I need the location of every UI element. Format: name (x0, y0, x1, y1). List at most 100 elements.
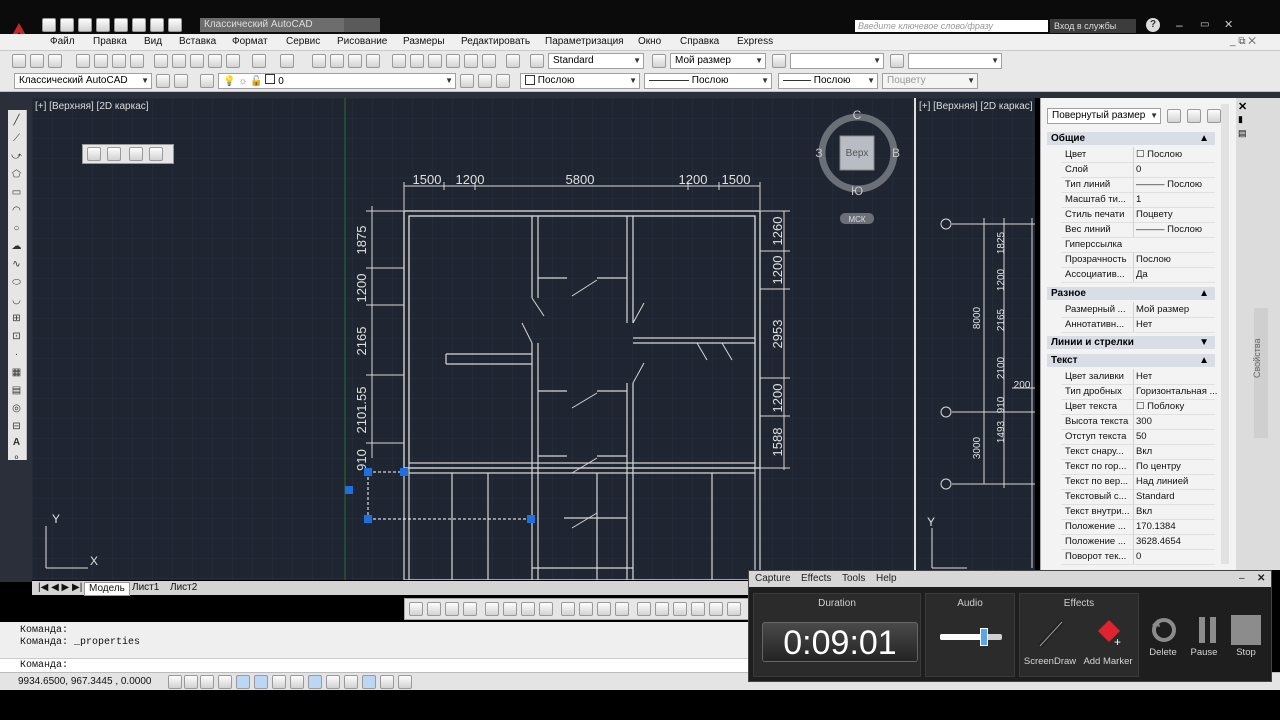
arc-tool-icon[interactable]: ◠ (10, 204, 23, 217)
save-file-icon[interactable] (48, 54, 62, 68)
property-row[interactable]: Тип линий ——— Послою (1061, 177, 1215, 193)
help-icon[interactable]: ? (1146, 18, 1160, 32)
design-center-icon[interactable] (410, 54, 424, 68)
polygon-tool-icon[interactable]: ⬠ (10, 168, 23, 181)
recorder-close-icon[interactable]: ✕ (1257, 573, 1265, 584)
mtext-tool-icon[interactable]: A (10, 436, 23, 449)
spline-tool-icon[interactable]: ∿ (10, 258, 23, 271)
menu-help[interactable]: Справка (680, 36, 719, 47)
pause-icon[interactable] (1195, 615, 1221, 645)
property-row[interactable]: Аннотативн... Нет (1061, 317, 1215, 333)
table-tool-icon[interactable]: ⊟ (10, 420, 23, 433)
ordinate-dim-icon[interactable] (463, 602, 477, 616)
grip-handle[interactable] (364, 468, 372, 476)
circle-tool-icon[interactable]: ○ (10, 222, 23, 235)
palette-menu-icon[interactable]: ▤ (1238, 128, 1250, 140)
ellipse-arc-tool-icon[interactable]: ◡ (10, 294, 23, 307)
zoom-realtime-icon[interactable] (330, 54, 344, 68)
diameter-dim-icon[interactable] (521, 602, 535, 616)
workspace-select[interactable]: Классический AutoCAD ▼ (14, 73, 152, 89)
aligned-dim-icon[interactable] (427, 602, 441, 616)
jogged-linear-icon[interactable] (709, 602, 723, 616)
screendraw-label[interactable]: ScreenDraw (1022, 656, 1078, 667)
properties-side-tab[interactable]: Свойства (1252, 308, 1268, 438)
drawing-svg[interactable]: 1500 1200 5800 1200 1500 1875 1200 2165 … (32, 98, 1035, 580)
recorder-menu-effects[interactable]: Effects (801, 573, 831, 584)
angular-dim-icon[interactable] (539, 602, 553, 616)
object-type-select[interactable]: Повернутый размер ▼ (1047, 108, 1161, 124)
workspace-settings-icon[interactable] (156, 74, 170, 88)
category-text[interactable]: Текст ▲ (1047, 354, 1215, 367)
customize-icon[interactable] (168, 18, 182, 32)
plotstyle-select[interactable]: Поцвету ▼ (882, 73, 978, 89)
rectangle-tool-icon[interactable]: ▭ (10, 186, 23, 199)
select-objects-icon[interactable] (1187, 109, 1201, 123)
region-tool-icon[interactable]: ◎ (10, 402, 23, 415)
quick-properties-icon[interactable] (380, 675, 394, 689)
zoom-previous-icon[interactable] (366, 54, 380, 68)
layer-select[interactable]: 💡 ☼ 🔓 0 ▼ (218, 73, 456, 89)
category-misc[interactable]: Разное ▲ (1047, 287, 1215, 300)
menu-insert[interactable]: Вставка (179, 36, 216, 47)
inspection-icon[interactable] (691, 602, 705, 616)
help-tb-icon[interactable] (506, 54, 520, 68)
snap-mode-icon[interactable] (184, 675, 198, 689)
lineweight-display-icon[interactable] (344, 675, 358, 689)
layer-properties-icon[interactable] (174, 74, 188, 88)
secondary-viewport-label[interactable]: [+] [Верхняя] [2D каркас] (919, 101, 1033, 112)
center-mark-icon[interactable] (673, 602, 687, 616)
otrack-icon[interactable] (290, 675, 304, 689)
menu-parametric[interactable]: Параметризация (545, 36, 624, 47)
menu-draw[interactable]: Рисование (337, 36, 387, 47)
lineweight-select[interactable]: Послою ▼ (778, 73, 878, 89)
property-row[interactable]: Стиль печати Поцвету (1061, 207, 1215, 223)
menu-tools[interactable]: Сервис (286, 36, 320, 47)
tab-nav-arrows[interactable]: |◀ ◀ ▶ ▶| (34, 582, 86, 594)
tab-layout2[interactable]: Лист2 (166, 582, 201, 594)
xline-tool-icon[interactable]: ⟋ (10, 132, 23, 145)
markup-icon[interactable] (464, 54, 478, 68)
quick-dim-icon[interactable] (561, 602, 575, 616)
category-lines-arrows[interactable]: Линии и стрелки ▼ (1047, 336, 1215, 349)
quickcalc-icon[interactable] (482, 54, 496, 68)
text-style-icon[interactable] (530, 54, 544, 68)
add-selected-icon[interactable]: ⚬ (10, 452, 23, 465)
audio-volume-slider[interactable] (980, 628, 989, 646)
undo-icon[interactable] (132, 18, 146, 32)
property-row[interactable]: Прозрачность Послою (1061, 252, 1215, 268)
viewport-label[interactable]: [+] [Верхняя] [2D каркас] (35, 101, 149, 112)
plot-preview-icon[interactable] (94, 54, 108, 68)
properties-scrollbar[interactable] (1221, 104, 1229, 564)
autohide-icon[interactable]: ▮ (1238, 114, 1250, 126)
recorder-menu-tools[interactable]: Tools (842, 573, 865, 584)
open-icon[interactable] (60, 18, 74, 32)
property-row[interactable]: Текст внутри... Вкл (1061, 504, 1215, 520)
color-select[interactable]: Послою ▼ (520, 73, 640, 89)
grip-handle[interactable] (527, 515, 535, 523)
recorder-minimize-icon[interactable]: – (1239, 573, 1245, 584)
arc-length-icon[interactable] (445, 602, 459, 616)
3d-print-icon[interactable] (130, 54, 144, 68)
quick-select-icon[interactable] (1207, 109, 1221, 123)
layer-list-icon[interactable] (129, 147, 143, 161)
text-style-select[interactable]: Standard ▼ (548, 53, 644, 69)
grip-handle[interactable] (364, 515, 372, 523)
grip-handle[interactable] (400, 468, 408, 476)
delete-icon[interactable] (1149, 615, 1179, 645)
doc-window-controls[interactable]: _ ⧉ ✕ (1230, 36, 1256, 47)
property-row[interactable]: Текст по вер... Над линией (1061, 474, 1215, 490)
mleader-style-icon[interactable] (890, 54, 904, 68)
make-current-layer-icon[interactable] (460, 74, 474, 88)
tab-model[interactable]: Модель (84, 582, 130, 596)
layer-edit-icon[interactable] (149, 147, 163, 161)
print-icon[interactable] (114, 18, 128, 32)
recorder-menu-capture[interactable]: Capture (755, 573, 791, 584)
point-tool-icon[interactable]: · (10, 348, 23, 361)
ducs-icon[interactable] (308, 675, 322, 689)
close-icon[interactable]: ✕ (1238, 100, 1250, 113)
signin-button[interactable]: Вход в службы (1050, 19, 1136, 33)
revcloud-tool-icon[interactable]: ☁ (10, 240, 23, 253)
match-properties-icon[interactable] (208, 54, 222, 68)
property-row[interactable]: Размерный ... Мой размер (1061, 302, 1215, 318)
tolerance-icon[interactable] (655, 602, 669, 616)
